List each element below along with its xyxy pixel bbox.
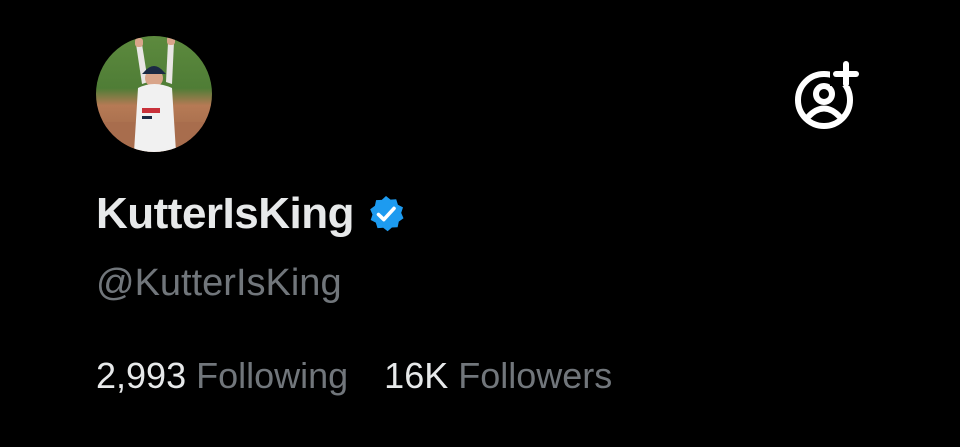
following-count: 2,993 xyxy=(96,355,187,396)
verified-badge-icon[interactable] xyxy=(366,194,406,234)
add-user-icon xyxy=(795,61,859,129)
avatar-photo xyxy=(96,36,212,152)
following-link[interactable]: 2,993 Following xyxy=(96,355,348,397)
follow-button[interactable] xyxy=(790,60,862,132)
follow-stats: 2,993 Following 16K Followers xyxy=(96,352,612,400)
followers-count: 16K xyxy=(384,355,449,396)
username-handle: @KutterIsKing xyxy=(96,262,342,304)
display-name: KutterIsKing xyxy=(96,189,355,238)
followers-link[interactable]: 16K Followers xyxy=(384,355,612,397)
profile-name-row: KutterIsKing xyxy=(96,184,406,244)
avatar[interactable] xyxy=(96,36,212,152)
followers-label: Followers xyxy=(458,355,613,396)
following-label: Following xyxy=(196,355,349,396)
